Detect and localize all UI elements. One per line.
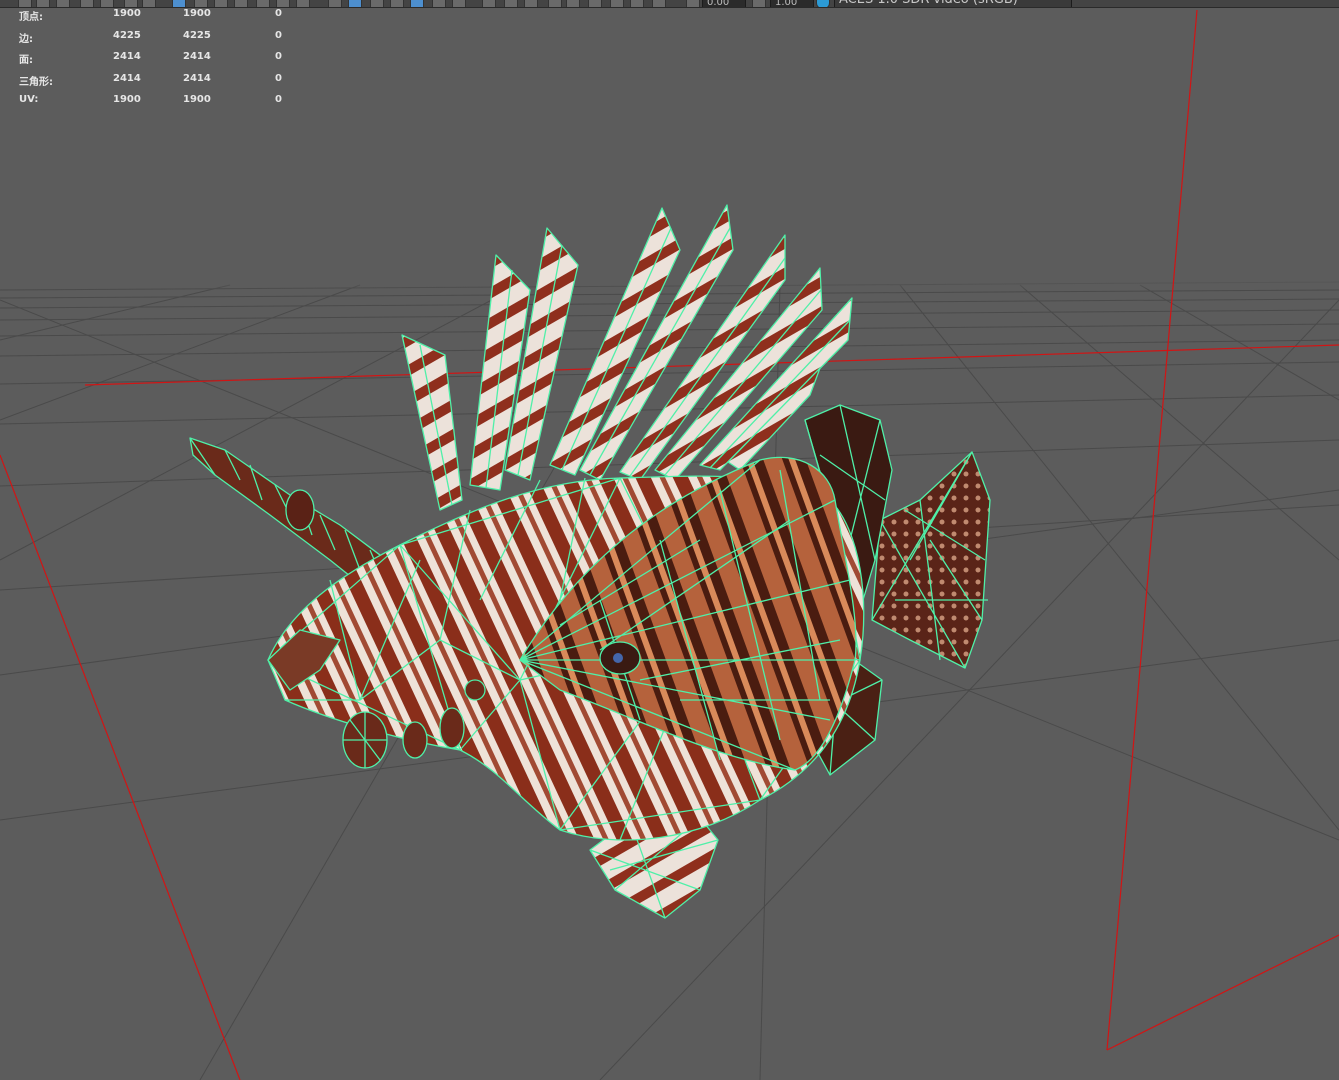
wireframe-icon[interactable] [328,0,342,7]
use-default-material-icon[interactable] [370,0,384,7]
smooth-shade-icon[interactable] [348,0,362,7]
textured-icon[interactable] [410,0,424,7]
image-plane-icon[interactable] [80,0,94,7]
3d-viewport[interactable] [0,8,1339,1080]
grease-pencil-icon[interactable] [100,0,114,7]
safe-action-icon[interactable] [142,0,156,7]
select-camera-icon[interactable] [18,0,32,7]
isolate-select-icon[interactable] [566,0,580,7]
lock-camera-icon[interactable] [36,0,50,7]
multisample-aa-icon[interactable] [524,0,538,7]
motion-blur-icon[interactable] [504,0,518,7]
eye-pupil [613,653,623,663]
gate-mask-icon[interactable] [234,0,248,7]
field-chart-icon[interactable] [256,0,270,7]
gamma-field[interactable]: 1.00 [770,0,814,7]
screen-space-ao-icon[interactable] [482,0,496,7]
xray-active-components-icon[interactable] [630,0,644,7]
lionfish-model[interactable] [189,204,991,919]
2d-pan-zoom-icon[interactable] [124,0,138,7]
view-transform-dropdown[interactable]: ACES 1.0 SDR-video (sRGB) [834,0,1072,7]
gamma-icon[interactable] [752,0,766,7]
exposure-icon[interactable] [686,0,700,7]
xray-joints-icon[interactable] [610,0,624,7]
xray-icon[interactable] [588,0,602,7]
use-all-lights-icon[interactable] [432,0,446,7]
horizon-fog [0,278,1339,290]
resolution-gate-icon[interactable] [214,0,228,7]
depth-of-field-icon[interactable] [548,0,562,7]
film-gate-icon[interactable] [194,0,208,7]
exposure-field[interactable]: 0.00 [702,0,746,7]
safe-area-icon[interactable] [296,0,310,7]
backface-culling-icon[interactable] [652,0,666,7]
color-management-icon[interactable] [816,0,830,7]
viewport-toolbar: 0.00 1.00 ACES 1.0 SDR-video (sRGB) [0,0,1339,8]
grid-toggle-icon[interactable] [172,0,186,7]
safe-title-icon[interactable] [276,0,290,7]
bookmark-icon[interactable] [56,0,70,7]
wireframe-on-shaded-icon[interactable] [390,0,404,7]
shadows-icon[interactable] [452,0,466,7]
